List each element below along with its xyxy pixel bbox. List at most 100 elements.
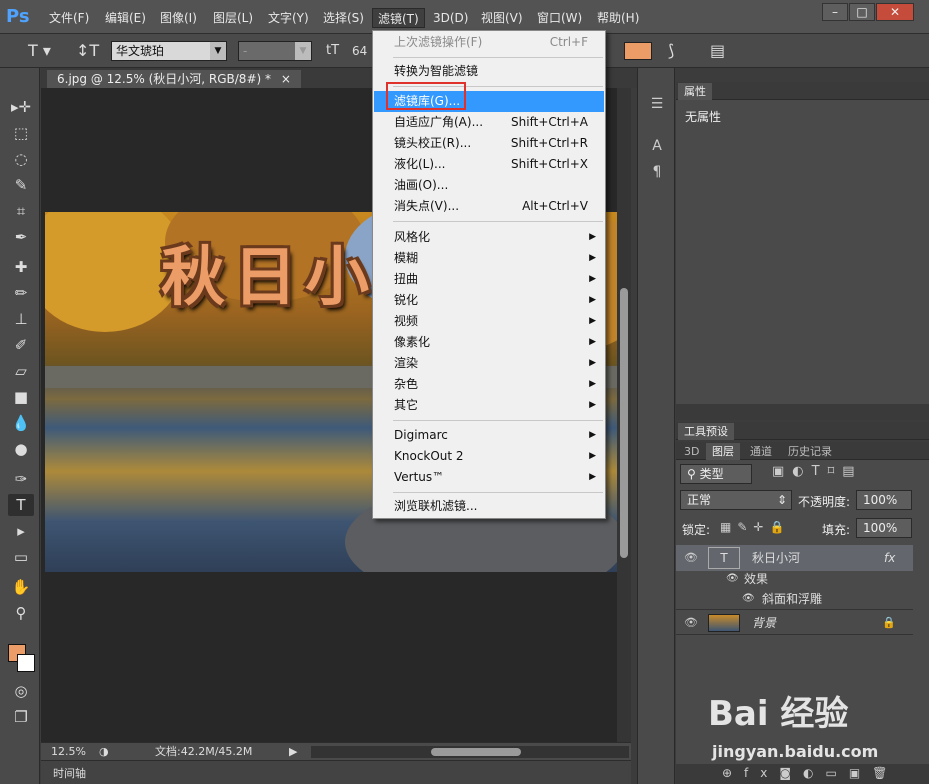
menu-item-liquify[interactable]: 液化(L)... Shift+Ctrl+X <box>374 154 604 175</box>
font-family-select[interactable]: 华文琥珀 ▼ <box>111 41 227 61</box>
menu-item-pixelate[interactable]: 像素化 ▶ <box>374 332 604 353</box>
menu-item-other[interactable]: 其它 ▶ <box>374 395 604 416</box>
menu-item-knockout[interactable]: KnockOut 2 ▶ <box>374 446 604 467</box>
quick-mask-icon[interactable]: ◎ <box>8 680 34 702</box>
menu-select[interactable]: 选择(S) <box>318 8 369 28</box>
menu-type[interactable]: 文字(Y) <box>263 8 314 28</box>
brush-tool-icon[interactable]: ✏ <box>8 282 34 304</box>
timeline-tab[interactable]: 时间轴 <box>53 765 86 781</box>
zoom-level[interactable]: 12.5% <box>51 744 86 760</box>
lasso-tool-icon[interactable]: ◌ <box>8 148 34 170</box>
crop-tool-icon[interactable]: ⌗ <box>8 200 34 222</box>
menu-item-render[interactable]: 渲染 ▶ <box>374 353 604 374</box>
menu-item-oil-paint[interactable]: 油画(O)... <box>374 175 604 196</box>
menu-item-browse-online-filters[interactable]: 浏览联机滤镜... <box>374 496 604 517</box>
menu-3d[interactable]: 3D(D) <box>428 8 473 28</box>
status-info-icon[interactable]: ◑ <box>99 744 109 760</box>
scrollbar-thumb[interactable] <box>620 288 628 558</box>
marquee-tool-icon[interactable]: ⬚ <box>8 122 34 144</box>
type-tool-icon[interactable]: T <box>8 494 34 516</box>
menu-help[interactable]: 帮助(H) <box>592 8 644 28</box>
path-select-tool-icon[interactable]: ▸ <box>8 520 34 542</box>
menu-item-vertus[interactable]: Vertus™ ▶ <box>374 467 604 488</box>
gradient-tool-icon[interactable]: ■ <box>8 386 34 408</box>
background-color-swatch[interactable] <box>17 654 35 672</box>
font-size-value[interactable]: 64 <box>352 41 367 61</box>
horizontal-scrollbar[interactable] <box>311 746 629 758</box>
healing-brush-tool-icon[interactable]: ✚ <box>8 256 34 278</box>
minimize-button[interactable]: – <box>822 3 848 21</box>
menu-layer[interactable]: 图层(L) <box>208 8 258 28</box>
zoom-tool-icon[interactable]: ⚲ <box>8 602 34 624</box>
dodge-tool-icon[interactable]: ● <box>8 438 34 460</box>
menu-item-lens-correction[interactable]: 镜头校正(R)... Shift+Ctrl+R <box>374 133 604 154</box>
layer-filter-select[interactable]: ⚲ 类型 <box>680 464 752 484</box>
screen-mode-icon[interactable]: ❐ <box>8 706 34 728</box>
history-panel-icon[interactable]: ☰ <box>647 94 667 114</box>
menu-window[interactable]: 窗口(W) <box>532 8 587 28</box>
menu-edit[interactable]: 编辑(E) <box>100 8 151 28</box>
eye-icon[interactable]: 👁 <box>684 545 698 571</box>
menu-view[interactable]: 视图(V) <box>476 8 528 28</box>
close-button[interactable]: ✕ <box>876 3 914 21</box>
hand-tool-icon[interactable]: ✋ <box>8 576 34 598</box>
lock-icons[interactable]: ▦✎✛🔒 <box>720 520 790 534</box>
fill-input[interactable]: 100% <box>856 518 912 538</box>
tab-channels[interactable]: 通道 <box>744 443 778 460</box>
text-orientation-icon[interactable]: ↕T <box>76 41 99 61</box>
character-panel-icon[interactable]: ▤ <box>710 41 725 61</box>
scrollbar-thumb[interactable] <box>431 748 521 756</box>
menu-item-last-filter[interactable]: 上次滤镜操作(F) Ctrl+F <box>374 32 604 53</box>
menu-item-stylize[interactable]: 风格化 ▶ <box>374 227 604 248</box>
blur-tool-icon[interactable]: 💧 <box>8 412 34 434</box>
maximize-button[interactable]: □ <box>849 3 875 21</box>
eye-icon[interactable]: 👁 <box>742 589 755 609</box>
clone-stamp-tool-icon[interactable]: ⊥ <box>8 308 34 330</box>
layer-effects-row[interactable]: 👁 效果 <box>676 569 913 589</box>
blend-mode-select[interactable]: 正常 ⇕ <box>680 490 792 510</box>
vertical-scrollbar[interactable] <box>617 88 631 742</box>
warp-text-icon[interactable]: ⟆ <box>668 41 674 61</box>
tab-history[interactable]: 历史记录 <box>782 443 838 460</box>
paragraph-panel-icon[interactable]: ¶ <box>647 162 667 182</box>
opacity-input[interactable]: 100% <box>856 490 912 510</box>
tab-tool-presets[interactable]: 工具预设 <box>678 423 734 440</box>
document-tab[interactable]: 6.jpg @ 12.5% (秋日小河, RGB/8#) * × <box>47 70 301 88</box>
quick-select-tool-icon[interactable]: ✎ <box>8 174 34 196</box>
layer-name[interactable]: 秋日小河 <box>752 545 800 571</box>
eye-icon[interactable]: 👁 <box>684 610 698 636</box>
eyedropper-tool-icon[interactable]: ✒ <box>8 226 34 248</box>
close-tab-icon[interactable]: × <box>281 72 291 86</box>
tab-properties[interactable]: 属性 <box>678 83 712 100</box>
character-panel-icon[interactable]: A <box>647 136 667 156</box>
menu-item-vanishing-point[interactable]: 消失点(V)... Alt+Ctrl+V <box>374 196 604 217</box>
tab-3d[interactable]: 3D <box>678 443 705 460</box>
menu-file[interactable]: 文件(F) <box>44 8 94 28</box>
history-brush-tool-icon[interactable]: ✐ <box>8 334 34 356</box>
menu-image[interactable]: 图像(I) <box>155 8 202 28</box>
menu-filter[interactable]: 滤镜(T) <box>372 8 425 28</box>
layer-row-text[interactable]: 👁 T 秋日小河 fx <box>676 545 913 571</box>
layer-name[interactable]: 背景 <box>752 610 776 636</box>
move-tool-icon[interactable]: ▸✛ <box>8 96 34 118</box>
rectangle-tool-icon[interactable]: ▭ <box>8 546 34 568</box>
eraser-tool-icon[interactable]: ▱ <box>8 360 34 382</box>
text-color-swatch[interactable] <box>624 42 652 60</box>
menu-item-adaptive-wide-angle[interactable]: 自适应广角(A)... Shift+Ctrl+A <box>374 112 604 133</box>
menu-item-distort[interactable]: 扭曲 ▶ <box>374 269 604 290</box>
eye-icon[interactable]: 👁 <box>726 569 739 589</box>
menu-item-video[interactable]: 视频 ▶ <box>374 311 604 332</box>
layer-row-background[interactable]: 👁 背景 🔒 <box>676 609 913 635</box>
font-style-select[interactable]: - ▼ <box>238 41 312 61</box>
type-tool-icon[interactable]: T ▾ <box>28 41 51 61</box>
status-menu-arrow-icon[interactable]: ▶ <box>289 744 297 760</box>
menu-item-sharpen[interactable]: 锐化 ▶ <box>374 290 604 311</box>
layer-filter-icons[interactable]: ▣◐T⌑▤ <box>772 464 863 479</box>
menu-item-digimarc[interactable]: Digimarc ▶ <box>374 425 604 446</box>
tab-layers[interactable]: 图层 <box>706 443 740 460</box>
menu-item-noise[interactable]: 杂色 ▶ <box>374 374 604 395</box>
fx-icon[interactable]: fx <box>884 545 895 571</box>
menu-item-convert-smart-filters[interactable]: 转换为智能滤镜 <box>374 61 604 82</box>
menu-item-filter-gallery[interactable]: 滤镜库(G)... <box>374 91 604 112</box>
pen-tool-icon[interactable]: ✑ <box>8 468 34 490</box>
